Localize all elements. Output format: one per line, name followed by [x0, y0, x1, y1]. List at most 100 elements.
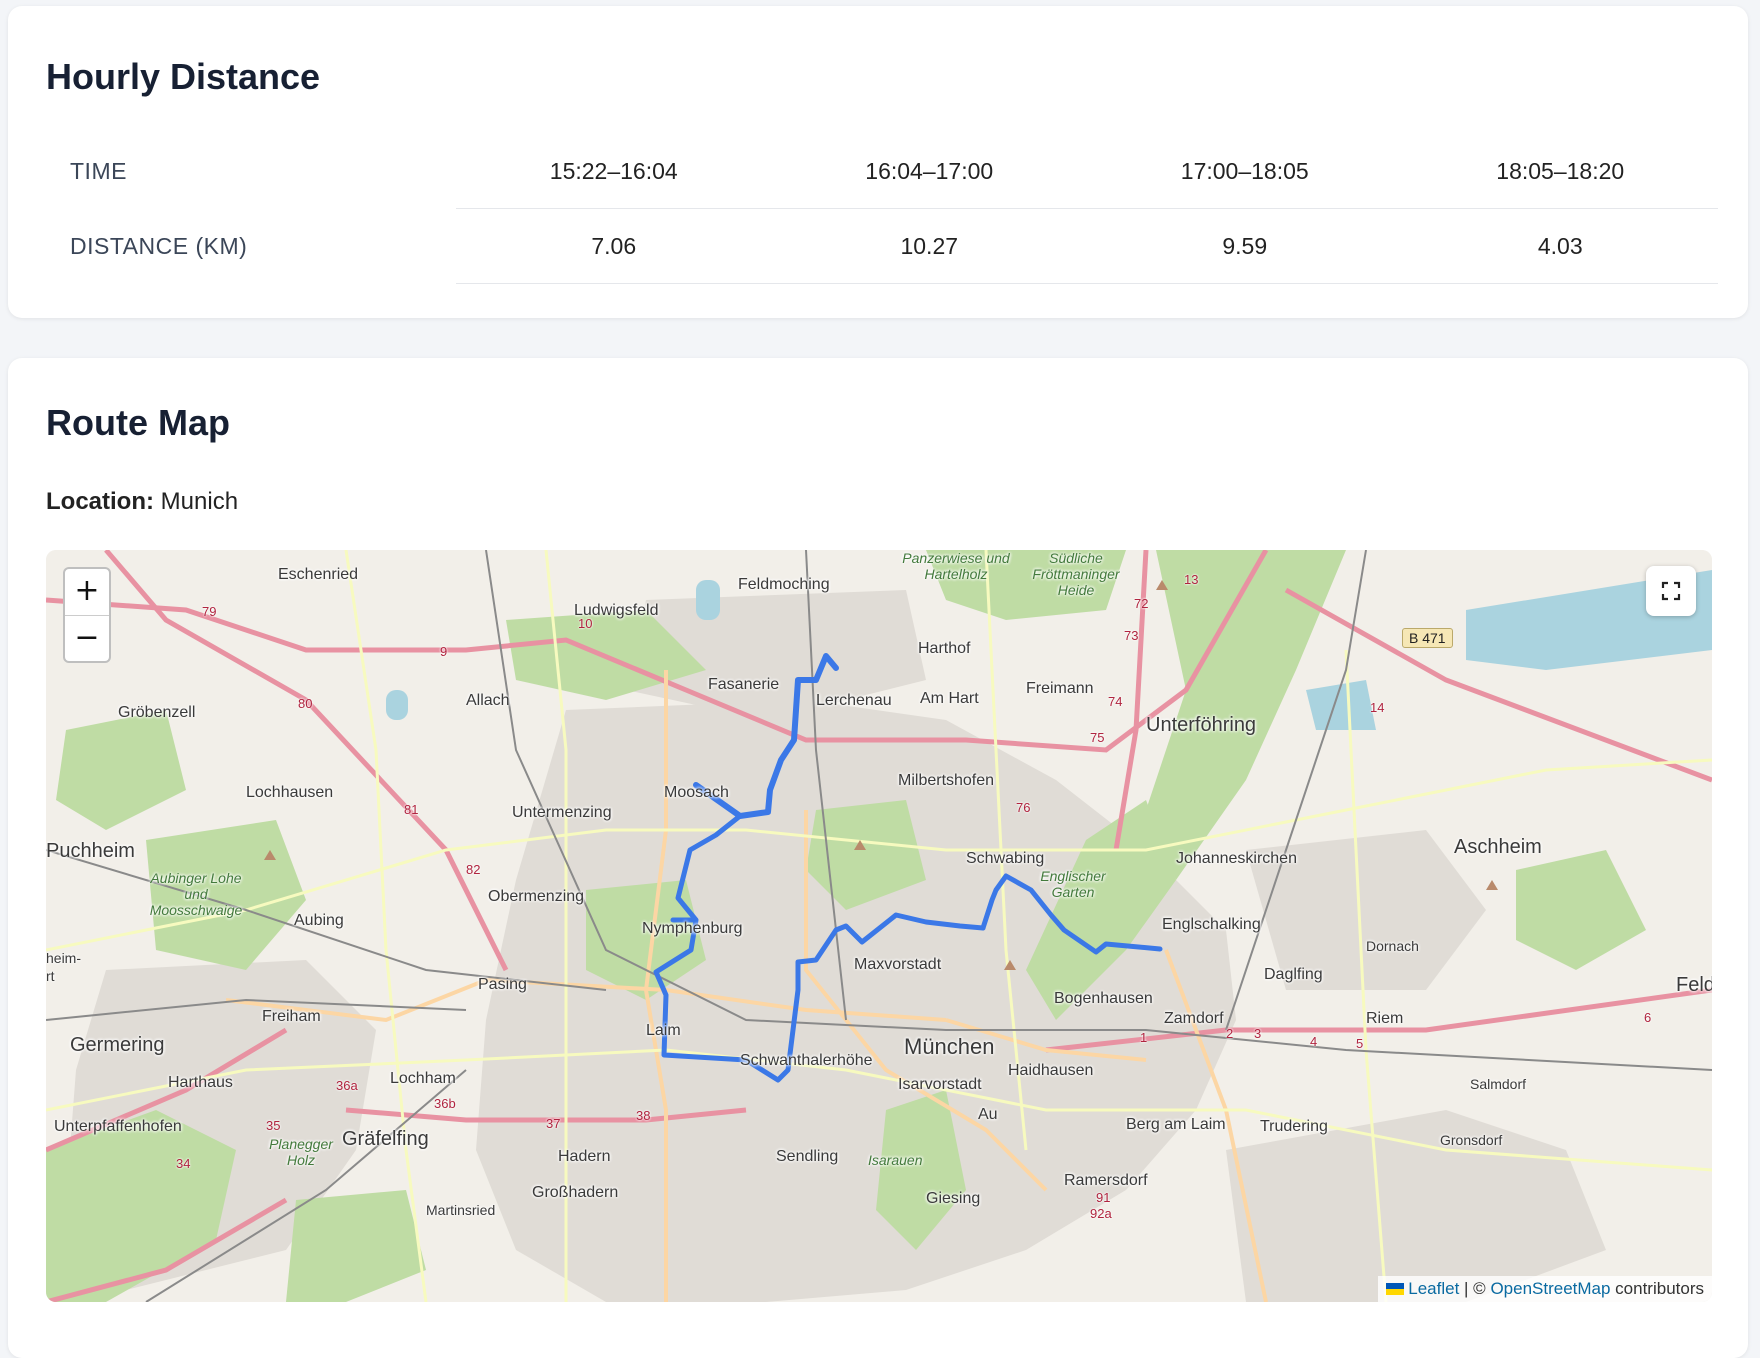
fullscreen-icon: [1661, 581, 1681, 601]
time-cell: 18:05–18:20: [1402, 134, 1718, 209]
road-number: 35: [266, 1118, 281, 1133]
hourly-distance-title: Hourly Distance: [46, 56, 321, 97]
zoom-in-button[interactable]: +: [65, 569, 109, 616]
time-cell: 15:22–16:04: [456, 134, 772, 209]
place-label: Südliche Fröttmaninger Heide: [1032, 550, 1120, 598]
place-label: Haidhausen: [1008, 1062, 1094, 1079]
road-shield: B 471: [1402, 628, 1453, 648]
road-number: 34: [176, 1156, 191, 1171]
place-label: heim-: [46, 950, 82, 966]
place-label: Untermenzing: [512, 804, 612, 821]
place-label: Unterföhring: [1146, 714, 1257, 736]
place-label: Puchheim: [46, 840, 135, 862]
place-label: Schwanthalerhöhe: [740, 1052, 873, 1069]
place-label: Großhadern: [532, 1184, 619, 1201]
place-label: Germering: [70, 1034, 165, 1056]
hourly-distance-table: TIME 15:22–16:04 16:04–17:00 17:00–18:05…: [46, 134, 1718, 284]
place-label: Gröbenzell: [118, 704, 196, 721]
place-label: Obermenzing: [488, 888, 585, 905]
place-label: Aubing: [294, 912, 344, 929]
place-label: Englschalking: [1162, 916, 1261, 933]
road-number: 36b: [434, 1096, 456, 1111]
place-label: Planegger Holz: [269, 1136, 333, 1168]
openstreetmap-link[interactable]: OpenStreetMap: [1490, 1279, 1610, 1298]
place-label: Lochhausen: [246, 784, 334, 801]
place-label: Isarauen: [868, 1152, 923, 1168]
distance-row: DISTANCE (KM) 7.06 10.27 9.59 4.03: [46, 208, 1718, 284]
place-label: Gronsdorf: [1440, 1132, 1503, 1148]
place-label: rt: [46, 968, 55, 984]
place-label: Giesing: [926, 1190, 981, 1207]
place-label: Berg am Laim: [1126, 1116, 1226, 1133]
time-cell: 16:04–17:00: [771, 134, 1087, 209]
place-label: Isarvorstadt: [898, 1076, 982, 1093]
place-label: Lochham: [390, 1070, 456, 1087]
place-label: Johanneskirchen: [1176, 850, 1297, 867]
road-number: 1: [1140, 1030, 1148, 1045]
place-label: Feld: [1676, 974, 1712, 996]
road-number: 76: [1016, 800, 1031, 815]
road-number: 37: [546, 1116, 561, 1131]
place-label: Unterpfaffenhofen: [54, 1118, 182, 1135]
place-label: Daglfing: [1264, 966, 1323, 983]
road-number: 82: [466, 862, 481, 877]
ukraine-flag-icon: [1386, 1283, 1405, 1295]
road-number: 79: [202, 604, 217, 619]
distance-row-header: DISTANCE (KM): [70, 232, 248, 259]
place-label: Hadern: [558, 1148, 611, 1165]
location-line: Location: Munich: [46, 488, 238, 516]
place-label: Lerchenau: [816, 692, 892, 709]
place-label: Eschenried: [278, 566, 359, 583]
place-label: Freiham: [262, 1008, 321, 1025]
place-label: Dornach: [1366, 938, 1419, 954]
place-label: Bogenhausen: [1054, 990, 1153, 1007]
place-label: Panzerwiese und Hartelholz: [902, 550, 1010, 582]
road-number: 2: [1226, 1026, 1234, 1041]
road-number: 5: [1356, 1036, 1364, 1051]
road-number: 6: [1644, 1010, 1652, 1025]
place-label: Harthof: [918, 640, 971, 657]
place-label: Milbertshofen: [898, 772, 995, 789]
place-label: Martinsried: [426, 1202, 496, 1218]
place-label: Pasing: [478, 976, 527, 993]
place-label: Zamdorf: [1164, 1010, 1224, 1027]
zoom-out-button[interactable]: −: [65, 616, 109, 661]
location-label: Location:: [46, 488, 154, 515]
time-row: TIME 15:22–16:04 16:04–17:00 17:00–18:05…: [46, 134, 1718, 209]
place-label: Allach: [466, 692, 510, 709]
place-label: Fasanerie: [708, 676, 780, 693]
road-number: 75: [1090, 730, 1105, 745]
road-number: 81: [404, 802, 419, 817]
leaflet-link[interactable]: Leaflet: [1408, 1279, 1459, 1298]
road-number: 73: [1124, 628, 1139, 643]
place-label: Schwabing: [966, 850, 1045, 867]
place-label: München: [904, 1034, 995, 1059]
place-label: Riem: [1366, 1010, 1404, 1027]
road-number: 91: [1096, 1190, 1111, 1205]
place-label: Harthaus: [168, 1074, 233, 1091]
route-map[interactable]: Eschenried Feldmoching Ludwigsfeld Panze…: [46, 550, 1712, 1302]
place-label: Sendling: [776, 1148, 839, 1165]
zoom-control: + −: [63, 567, 111, 663]
route-map-title: Route Map: [46, 402, 230, 443]
route-map-card: Route Map Location: Munich Eschenried Fe…: [8, 358, 1748, 1358]
road-number: 38: [636, 1108, 651, 1123]
place-label: Au: [978, 1106, 998, 1123]
road-number: 74: [1108, 694, 1123, 709]
place-label: Laim: [646, 1022, 681, 1039]
map-attribution: Leaflet | © OpenStreetMap contributors: [1378, 1276, 1712, 1302]
road-number: 9: [440, 644, 448, 659]
road-number: 14: [1370, 700, 1385, 715]
place-label: Freimann: [1026, 680, 1094, 697]
place-label: Moosach: [664, 784, 729, 801]
place-label: Nymphenburg: [642, 920, 743, 937]
distance-cell: 9.59: [1087, 208, 1403, 284]
road-number: 36a: [336, 1078, 358, 1093]
road-number: 72: [1134, 596, 1149, 611]
distance-cell: 7.06: [456, 208, 772, 284]
road-number: 13: [1184, 572, 1199, 587]
place-label: Trudering: [1260, 1118, 1328, 1135]
road-number: 92a: [1090, 1206, 1112, 1221]
fullscreen-button[interactable]: [1646, 566, 1696, 616]
place-label: Gräfelfing: [342, 1128, 429, 1150]
